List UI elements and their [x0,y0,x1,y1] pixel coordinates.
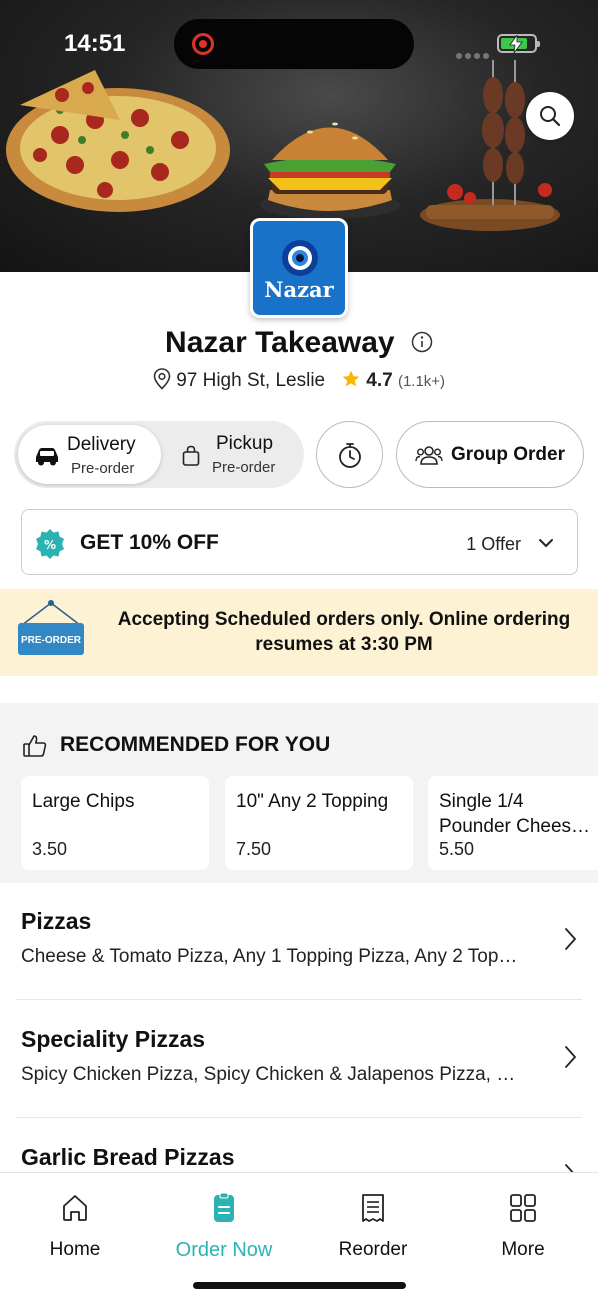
nav-home-label: Home [49,1239,101,1260]
info-icon[interactable] [411,331,433,353]
charging-bolt-icon [509,35,523,53]
nav-order-now-label: Order Now [175,1239,273,1261]
offer-count: 1 Offer [466,534,521,554]
restaurant-logo: Nazar [250,218,348,318]
restaurant-rating: 4.7 [366,370,393,391]
recommended-item-price: 5.50 [439,839,475,859]
nav-reorder[interactable]: Reorder [313,1191,433,1261]
category-description: Cheese & Tomato Pizza, Any 1 Topping Piz… [21,946,526,967]
recommended-item-price: 3.50 [32,839,68,859]
evil-eye-icon [282,240,318,276]
order-mode-toggle: Delivery Pre-order Pickup Pre-order [14,421,304,488]
pickup-label: Pickup [216,433,274,454]
delivery-label: Delivery [67,434,136,455]
category-name: Garlic Bread Pizzas [21,1144,235,1170]
home-indicator[interactable] [193,1282,406,1289]
delivery-option[interactable]: Delivery Pre-order [18,425,161,484]
pickup-sub: Pre-order [212,459,276,476]
car-icon [36,448,58,466]
home-icon [63,1195,87,1221]
recommended-item-card[interactable]: Single 1/4 Pounder Cheese Burger 5.50 [428,776,598,870]
restaurant-meta: 97 High St, Leslie 4.7 (1.1k+) [0,368,598,392]
nav-home[interactable]: Home [15,1191,135,1261]
chevron-right-icon [565,1046,577,1068]
dynamic-island [174,19,414,69]
nav-more[interactable]: More [463,1191,583,1261]
category-row[interactable]: Speciality Pizzas Spicy Chicken Pizza, S… [0,1000,598,1118]
battery-icon [497,34,540,53]
recommended-item-price: 7.50 [236,839,272,859]
receipt-icon [362,1194,384,1222]
status-time: 14:51 [64,30,126,57]
search-button[interactable] [526,92,574,140]
schedule-banner: PRE-ORDER Accepting Scheduled orders onl… [0,589,598,676]
offer-bar[interactable]: % GET 10% OFF 1 Offer [21,509,578,575]
signal-icon [456,46,492,64]
category-description: Spicy Chicken Pizza, Spicy Chicken & Jal… [21,1064,526,1085]
recommended-item-name: Single 1/4 Pounder Cheese Burger [439,791,582,837]
offer-title: GET 10% OFF [80,531,219,554]
order-icon [214,1192,234,1222]
delivery-sub: Pre-order [71,460,135,477]
restaurant-name-text: Nazar Takeaway [165,326,395,359]
star-icon [342,370,360,387]
recommended-item-card[interactable]: Large Chips 3.50 [21,776,209,870]
recommended-item-name: 10" Any 2 Topping [236,791,389,812]
restaurant-address: 97 High St, Leslie [176,370,326,391]
nav-more-label: More [501,1239,545,1260]
restaurant-reviews: (1.1k+) [397,373,446,390]
group-order-button[interactable]: Group Order [396,421,584,488]
recording-indicator-icon [192,33,214,55]
recommended-section: RECOMMENDED FOR YOU Large Chips 3.50 10"… [0,703,598,883]
category-name: Pizzas [21,908,92,934]
nav-order-now[interactable]: Order Now [164,1191,284,1262]
logo-text: Nazar [264,277,334,302]
search-icon [540,106,561,127]
grid-icon [510,1194,536,1222]
group-order-label: Group Order [450,443,565,465]
nav-reorder-label: Reorder [338,1239,408,1260]
group-icon [415,445,443,465]
thumbs-up-icon [23,735,47,757]
recommended-item-card[interactable]: 10" Any 2 Topping 7.50 [225,776,413,870]
shopping-bag-icon [182,445,200,466]
category-row[interactable]: Pizzas Cheese & Tomato Pizza, Any 1 Topp… [0,882,598,1000]
schedule-timer-button[interactable] [316,421,383,488]
chevron-down-icon [539,539,553,548]
location-pin-icon [153,368,171,390]
pickup-option[interactable]: Pickup Pre-order [164,425,302,484]
bottom-nav: Home Order Now Reorder More [0,1172,598,1300]
chevron-right-icon [565,928,577,950]
discount-badge-icon: % [36,529,64,559]
stopwatch-icon [338,442,361,468]
restaurant-name: Nazar Takeaway [0,326,598,360]
recommended-title: RECOMMENDED FOR YOU [60,733,331,756]
category-name: Speciality Pizzas [21,1026,206,1052]
recommended-item-name: Large Chips [32,791,135,812]
svg-text:%: % [44,538,56,552]
banner-text: Accepting Scheduled orders only. Online … [117,609,571,655]
pre-order-sign-text: PRE-ORDER [21,635,82,646]
pre-order-sign-icon: PRE-ORDER [18,600,84,655]
